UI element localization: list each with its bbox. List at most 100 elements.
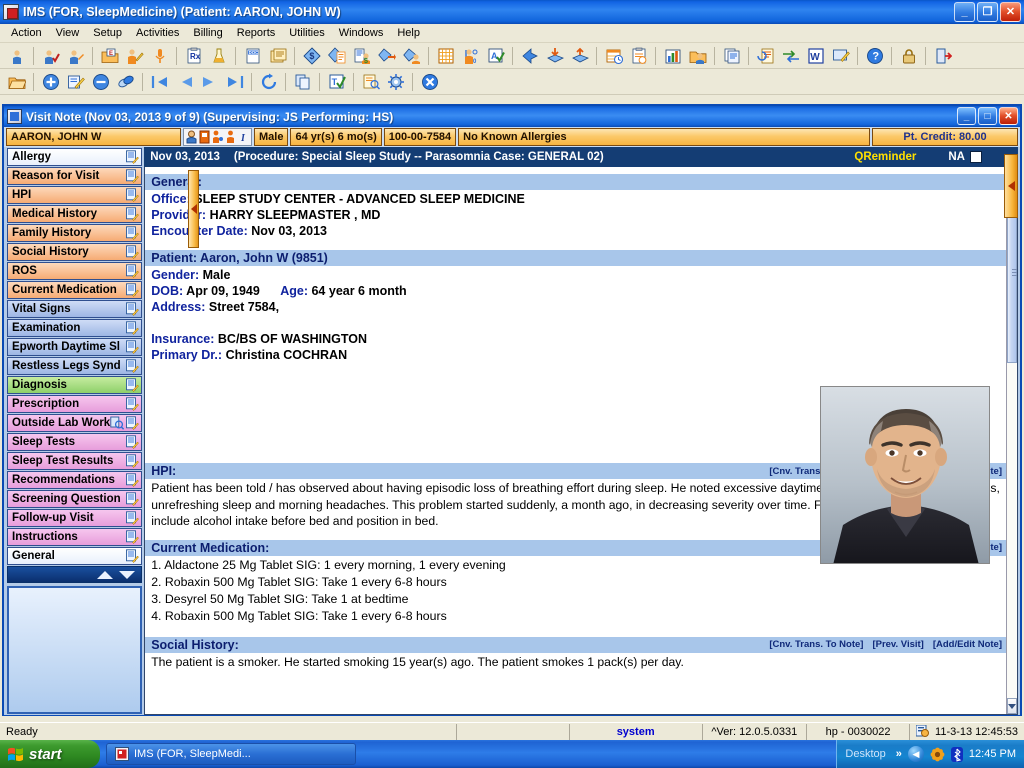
info-i-icon[interactable]: I [238,130,249,144]
notes-refresh-icon[interactable] [754,45,777,67]
delete-record-icon[interactable] [89,71,112,93]
scroll-down-arrow[interactable] [119,570,136,579]
sidebar-item-sleep-tests[interactable]: Sleep Tests [7,433,143,451]
sidebar-item-ros[interactable]: ROS [7,262,143,280]
add-edit-note-icon[interactable] [125,245,140,259]
bluetooth-icon[interactable] [950,746,963,762]
show-hidden-icons-button[interactable]: ◀ [907,746,924,762]
sidebar-item-allergy[interactable]: Allergy [7,148,143,166]
social-history-add-edit-note-link[interactable]: [Add/Edit Note] [933,639,1002,650]
notes-stack-icon[interactable] [266,45,289,67]
sidebar-item-family-history[interactable]: Family History [7,224,143,242]
person-icon[interactable] [225,130,236,144]
patient-photo-icon[interactable] [186,130,197,144]
qreminder-link[interactable]: QReminder [854,151,916,163]
patient-allergies-field[interactable]: No Known Allergies [458,128,870,146]
scroll-track[interactable] [1007,183,1018,698]
add-edit-note-icon[interactable] [125,454,140,468]
clipboard-clock-icon[interactable] [627,45,650,67]
menu-utilities[interactable]: Utilities [282,25,331,41]
letter-a-check-icon[interactable]: A [484,45,507,67]
rx-clipboard-icon[interactable]: Rx [182,45,205,67]
note-search-icon[interactable] [359,71,382,93]
visit-maximize-button[interactable]: □ [978,107,997,125]
open-folder-e-icon[interactable]: E [98,45,121,67]
menu-reports[interactable]: Reports [230,25,283,41]
settings-gear-icon[interactable] [384,71,407,93]
sidebar-expand-tab[interactable] [188,170,199,248]
document-vertical-scrollbar[interactable] [1006,167,1018,714]
dollar-list-icon[interactable] [325,45,348,67]
menu-activities[interactable]: Activities [129,25,186,41]
start-button[interactable]: start [0,740,100,768]
sidebar-item-outside-lab-work[interactable]: Outside Lab Work [7,414,143,432]
add-record-icon[interactable] [39,71,62,93]
add-edit-note-icon[interactable] [125,549,140,563]
sidebar-preview-panel[interactable] [7,586,143,714]
inbox-down-icon[interactable] [543,45,566,67]
patient-credit-field[interactable]: Pt. Credit: 80.00 [872,128,1018,146]
word-doc-icon[interactable]: W [804,45,827,67]
sidebar-item-epworth-daytime-sl[interactable]: Epworth Daytime Sl [7,338,143,356]
sidebar-item-screening-question[interactable]: Screening Question [7,490,143,508]
microphone-icon[interactable] [148,45,171,67]
sidebar-item-prescription[interactable]: Prescription [7,395,143,413]
visit-minimize-button[interactable]: _ [957,107,976,125]
lab-search-icon[interactable] [110,416,125,430]
sidebar-item-instructions[interactable]: Instructions [7,528,143,546]
patient-icon[interactable] [5,45,28,67]
social-history-convert-trans-link[interactable]: [Cnv. Trans. To Note] [769,639,863,650]
sidebar-item-medical-history[interactable]: Medical History [7,205,143,223]
refresh-icon[interactable] [257,71,280,93]
add-edit-note-icon[interactable] [125,169,140,183]
sidebar-item-recommendations[interactable]: Recommendations [7,471,143,489]
pill-icon[interactable] [114,71,137,93]
sidebar-item-restless-legs-synd[interactable]: Restless Legs Synd [7,357,143,375]
scroll-up-arrow[interactable] [97,570,114,579]
dollar-diamond-icon[interactable]: $ [300,45,323,67]
menu-help[interactable]: Help [390,25,427,41]
inbox-up-icon[interactable] [568,45,591,67]
patient-age-field[interactable]: 64 yr(s) 6 mo(s) [290,128,382,146]
open-folder-icon[interactable] [5,71,28,93]
first-record-icon[interactable] [148,71,171,93]
app-close-button[interactable]: ✕ [1000,2,1021,22]
calendar-clock-icon[interactable] [602,45,625,67]
add-edit-note-icon[interactable] [125,473,140,487]
cancel-icon[interactable] [418,71,441,93]
person-pencil-icon[interactable] [123,45,146,67]
add-edit-note-icon[interactable] [125,511,140,525]
payment-out-icon[interactable] [375,45,398,67]
workflow-icon[interactable]: 0 [459,45,482,67]
taskbar-item-ims[interactable]: IMS (FOR, SleepMedi... [106,743,356,765]
menu-billing[interactable]: Billing [186,25,229,41]
sidebar-item-diagnosis[interactable]: Diagnosis [7,376,143,394]
help-icon[interactable]: ? [863,45,886,67]
add-edit-note-icon[interactable] [125,188,140,202]
add-edit-note-icon[interactable] [125,264,140,278]
flower-icon[interactable] [930,747,945,762]
app-minimize-button[interactable]: _ [954,2,975,22]
payment-person-icon[interactable] [400,45,423,67]
add-edit-note-icon[interactable] [125,397,140,411]
na-checkbox[interactable] [970,151,982,163]
lab-flask-icon[interactable] [207,45,230,67]
add-edit-note-icon[interactable] [125,302,140,316]
menu-windows[interactable]: Windows [332,25,391,41]
menu-action[interactable]: Action [4,25,49,41]
transfer-icon[interactable] [779,45,802,67]
add-edit-note-icon[interactable] [125,226,140,240]
scroll-down-button[interactable] [1007,698,1017,714]
sidebar-item-general[interactable]: General [7,547,143,565]
bar-chart-icon[interactable] [661,45,684,67]
person-dollar-icon[interactable]: $ [350,45,373,67]
next-record-icon[interactable] [198,71,221,93]
patient-gender-field[interactable]: Male [254,128,289,146]
copy-icon[interactable] [291,71,314,93]
sidebar-item-reason-for-visit[interactable]: Reason for Visit [7,167,143,185]
add-edit-note-icon[interactable] [125,530,140,544]
folder-person-icon[interactable] [686,45,709,67]
sidebar-item-examination[interactable]: Examination [7,319,143,337]
doc-icon[interactable]: DOC [241,45,264,67]
edit-record-icon[interactable] [64,71,87,93]
